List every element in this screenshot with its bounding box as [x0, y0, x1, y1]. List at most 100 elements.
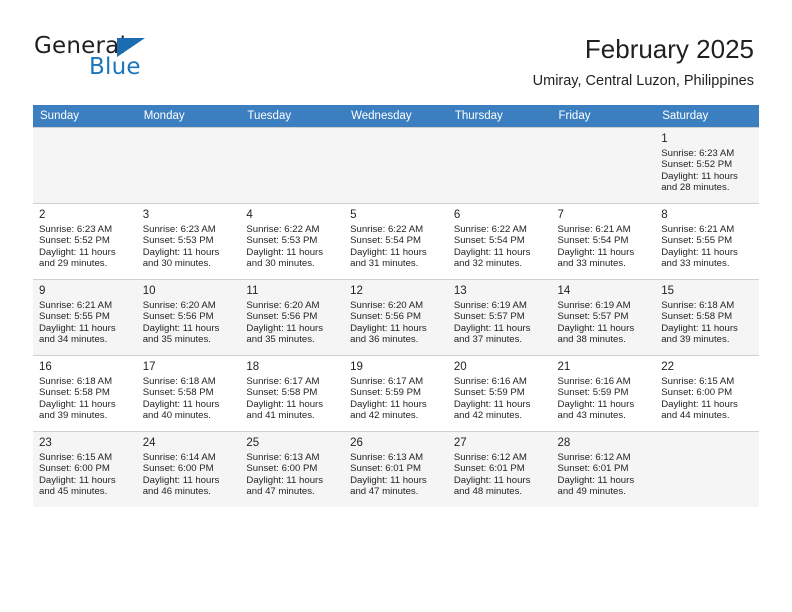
- logo-text-blue: Blue: [89, 54, 141, 80]
- calendar-day-cell[interactable]: 19 Sunrise: 6:17 AM Sunset: 5:59 PM Dayligh…: [344, 355, 448, 431]
- day-sunset-text: Sunset: 5:58 PM: [142, 387, 214, 399]
- calendar-cell-inner: [136, 127, 241, 203]
- calendar-day-cell[interactable]: 17 Sunrise: 6:18 AM Sunset: 5:58 PM Dayligh…: [136, 355, 241, 431]
- day-number: 28: [557, 437, 571, 449]
- calendar-week-row: 9 Sunrise: 6:21 AM Sunset: 5:55 PM Daylight…: [33, 279, 759, 355]
- day-number: 22: [661, 361, 675, 373]
- day-sunset-text: Sunset: 5:56 PM: [142, 311, 214, 323]
- calendar-day-cell[interactable]: 24 Sunrise: 6:14 AM Sunset: 6:00 PM Dayligh…: [136, 431, 241, 507]
- calendar-cell-inner: [240, 127, 345, 203]
- day-number: 10: [142, 285, 156, 297]
- day-daylight1-text: Daylight: 11 hours: [246, 474, 324, 486]
- day-daylight2-text: and 33 minutes.: [661, 258, 730, 270]
- day-daylight2-text: and 46 minutes.: [142, 486, 211, 498]
- day-sunset-text: Sunset: 5:52 PM: [661, 159, 733, 171]
- day-number: 18: [246, 361, 260, 373]
- calendar-day-cell[interactable]: 7 Sunrise: 6:21 AM Sunset: 5:54 PM Daylight…: [551, 203, 656, 279]
- calendar-day-cell[interactable]: 2 Sunrise: 6:23 AM Sunset: 5:52 PM Daylight…: [33, 203, 137, 279]
- calendar-day-cell[interactable]: 8 Sunrise: 6:21 AM Sunset: 5:55 PM Daylight…: [655, 203, 759, 279]
- day-number: 9: [39, 285, 46, 297]
- calendar-day-cell[interactable]: 26 Sunrise: 6:13 AM Sunset: 6:01 PM Dayligh…: [344, 431, 448, 507]
- day-daylight1-text: Daylight: 11 hours: [39, 246, 116, 258]
- calendar-day-cell[interactable]: 1 Sunrise: 6:23 AM Sunset: 5:52 PM Daylight…: [655, 127, 759, 203]
- day-sunrise-text: Sunrise: 6:22 AM: [246, 224, 320, 235]
- calendar-cell-inner: 1 Sunrise: 6:23 AM Sunset: 5:52 PM Daylight…: [655, 127, 759, 203]
- calendar-week-row: 2 Sunrise: 6:23 AM Sunset: 5:52 PM Daylight…: [33, 203, 759, 279]
- calendar-week-row: 16 Sunrise: 6:18 AM Sunset: 5:58 PM Dayligh…: [33, 355, 759, 431]
- calendar-day-cell[interactable]: 22 Sunrise: 6:15 AM Sunset: 6:00 PM Dayligh…: [655, 355, 759, 431]
- weekday-header-monday: Monday: [136, 105, 241, 127]
- day-sunset-text: Sunset: 5:59 PM: [557, 387, 629, 399]
- calendar-day-cell[interactable]: 14 Sunrise: 6:19 AM Sunset: 5:57 PM Dayligh…: [551, 279, 656, 355]
- day-sunset-text: Sunset: 6:01 PM: [557, 463, 629, 475]
- day-sunrise-text: Sunrise: 6:19 AM: [557, 300, 631, 311]
- day-daylight1-text: Daylight: 11 hours: [557, 474, 635, 486]
- calendar-cell-inner: 11 Sunrise: 6:20 AM Sunset: 5:56 PM Dayligh…: [240, 279, 345, 355]
- calendar-week-row: 1 Sunrise: 6:23 AM Sunset: 5:52 PM Daylight…: [33, 127, 759, 203]
- calendar-grid: Sunday Monday Tuesday Wednesday Thursday…: [33, 105, 759, 507]
- day-daylight1-text: Daylight: 11 hours: [246, 398, 324, 410]
- calendar-day-cell[interactable]: 4 Sunrise: 6:22 AM Sunset: 5:53 PM Daylight…: [240, 203, 345, 279]
- day-daylight2-text: and 42 minutes.: [350, 410, 419, 422]
- day-daylight1-text: Daylight: 11 hours: [142, 322, 220, 334]
- day-daylight2-text: and 44 minutes.: [661, 410, 730, 422]
- calendar-day-cell[interactable]: 3 Sunrise: 6:23 AM Sunset: 5:53 PM Daylight…: [136, 203, 241, 279]
- day-number: 17: [142, 361, 156, 373]
- calendar-day-cell[interactable]: 15 Sunrise: 6:18 AM Sunset: 5:58 PM Dayligh…: [655, 279, 759, 355]
- day-number: 16: [39, 361, 52, 373]
- page-header: General Blue February 2025 Umiray, Centr…: [0, 0, 792, 104]
- day-daylight2-text: and 42 minutes.: [453, 410, 523, 422]
- day-daylight1-text: Daylight: 11 hours: [661, 170, 738, 182]
- day-daylight1-text: Daylight: 11 hours: [350, 474, 427, 486]
- calendar-day-cell[interactable]: 6 Sunrise: 6:22 AM Sunset: 5:54 PM Daylight…: [447, 203, 552, 279]
- day-sunset-text: Sunset: 6:01 PM: [453, 463, 525, 475]
- day-sunrise-text: Sunrise: 6:16 AM: [557, 376, 631, 387]
- calendar-cell-inner: [447, 127, 552, 203]
- day-number: 1: [661, 133, 668, 145]
- calendar-header-row: Sunday Monday Tuesday Wednesday Thursday…: [33, 105, 759, 127]
- calendar-day-cell[interactable]: 12 Sunrise: 6:20 AM Sunset: 5:56 PM Dayligh…: [344, 279, 448, 355]
- day-daylight2-text: and 39 minutes.: [661, 334, 730, 346]
- day-sunrise-text: Sunrise: 6:23 AM: [661, 148, 735, 159]
- calendar-cell-inner: 10 Sunrise: 6:20 AM Sunset: 5:56 PM Dayligh…: [136, 279, 241, 355]
- calendar-cell-empty: [655, 431, 759, 507]
- calendar-day-cell[interactable]: 21 Sunrise: 6:16 AM Sunset: 5:59 PM Dayligh…: [551, 355, 656, 431]
- day-daylight1-text: Daylight: 11 hours: [453, 322, 531, 334]
- calendar-day-cell[interactable]: 13 Sunrise: 6:19 AM Sunset: 5:57 PM Dayligh…: [447, 279, 552, 355]
- calendar-day-cell[interactable]: 20 Sunrise: 6:16 AM Sunset: 5:59 PM Dayligh…: [447, 355, 552, 431]
- calendar-day-cell[interactable]: 23 Sunrise: 6:15 AM Sunset: 6:00 PM Dayligh…: [33, 431, 137, 507]
- calendar-day-cell[interactable]: 16 Sunrise: 6:18 AM Sunset: 5:58 PM Dayligh…: [33, 355, 137, 431]
- calendar-cell-inner: 8 Sunrise: 6:21 AM Sunset: 5:55 PM Daylight…: [655, 203, 759, 279]
- day-sunset-text: Sunset: 6:00 PM: [246, 463, 318, 475]
- day-sunset-text: Sunset: 5:58 PM: [246, 387, 318, 399]
- day-sunrise-text: Sunrise: 6:21 AM: [661, 224, 735, 235]
- day-sunrise-text: Sunrise: 6:18 AM: [142, 376, 216, 387]
- calendar-cell-empty: [240, 127, 345, 203]
- day-number: 27: [453, 437, 467, 449]
- calendar-day-cell[interactable]: 9 Sunrise: 6:21 AM Sunset: 5:55 PM Daylight…: [33, 279, 137, 355]
- calendar-day-cell[interactable]: 28 Sunrise: 6:12 AM Sunset: 6:01 PM Dayligh…: [551, 431, 656, 507]
- calendar-day-cell[interactable]: 11 Sunrise: 6:20 AM Sunset: 5:56 PM Dayligh…: [240, 279, 345, 355]
- calendar-cell-inner: 16 Sunrise: 6:18 AM Sunset: 5:58 PM Dayligh…: [33, 355, 137, 431]
- calendar-day-cell[interactable]: 27 Sunrise: 6:12 AM Sunset: 6:01 PM Dayligh…: [447, 431, 552, 507]
- calendar-cell-inner: 7 Sunrise: 6:21 AM Sunset: 5:54 PM Daylight…: [551, 203, 656, 279]
- day-sunrise-text: Sunrise: 6:13 AM: [246, 452, 320, 463]
- generalblue-logo[interactable]: General Blue: [34, 33, 234, 81]
- calendar-day-cell[interactable]: 25 Sunrise: 6:13 AM Sunset: 6:00 PM Dayligh…: [240, 431, 345, 507]
- day-sunrise-text: Sunrise: 6:15 AM: [39, 452, 113, 463]
- weekday-header-friday: Friday: [551, 105, 656, 127]
- day-daylight2-text: and 32 minutes.: [453, 258, 523, 270]
- day-daylight2-text: and 33 minutes.: [557, 258, 626, 270]
- calendar-day-cell[interactable]: 10 Sunrise: 6:20 AM Sunset: 5:56 PM Dayligh…: [136, 279, 241, 355]
- calendar-day-cell[interactable]: 5 Sunrise: 6:22 AM Sunset: 5:54 PM Daylight…: [344, 203, 448, 279]
- day-daylight2-text: and 40 minutes.: [142, 410, 211, 422]
- calendar-cell-empty: [136, 127, 241, 203]
- day-sunset-text: Sunset: 6:00 PM: [661, 387, 733, 399]
- calendar-day-cell[interactable]: 18 Sunrise: 6:17 AM Sunset: 5:58 PM Dayligh…: [240, 355, 345, 431]
- day-number: 25: [246, 437, 260, 449]
- calendar-cell-inner: 22 Sunrise: 6:15 AM Sunset: 6:00 PM Dayligh…: [655, 355, 759, 431]
- day-daylight1-text: Daylight: 11 hours: [557, 246, 635, 258]
- calendar-cell-empty: [551, 127, 656, 203]
- day-number: 2: [39, 209, 46, 221]
- day-sunset-text: Sunset: 5:54 PM: [557, 235, 629, 247]
